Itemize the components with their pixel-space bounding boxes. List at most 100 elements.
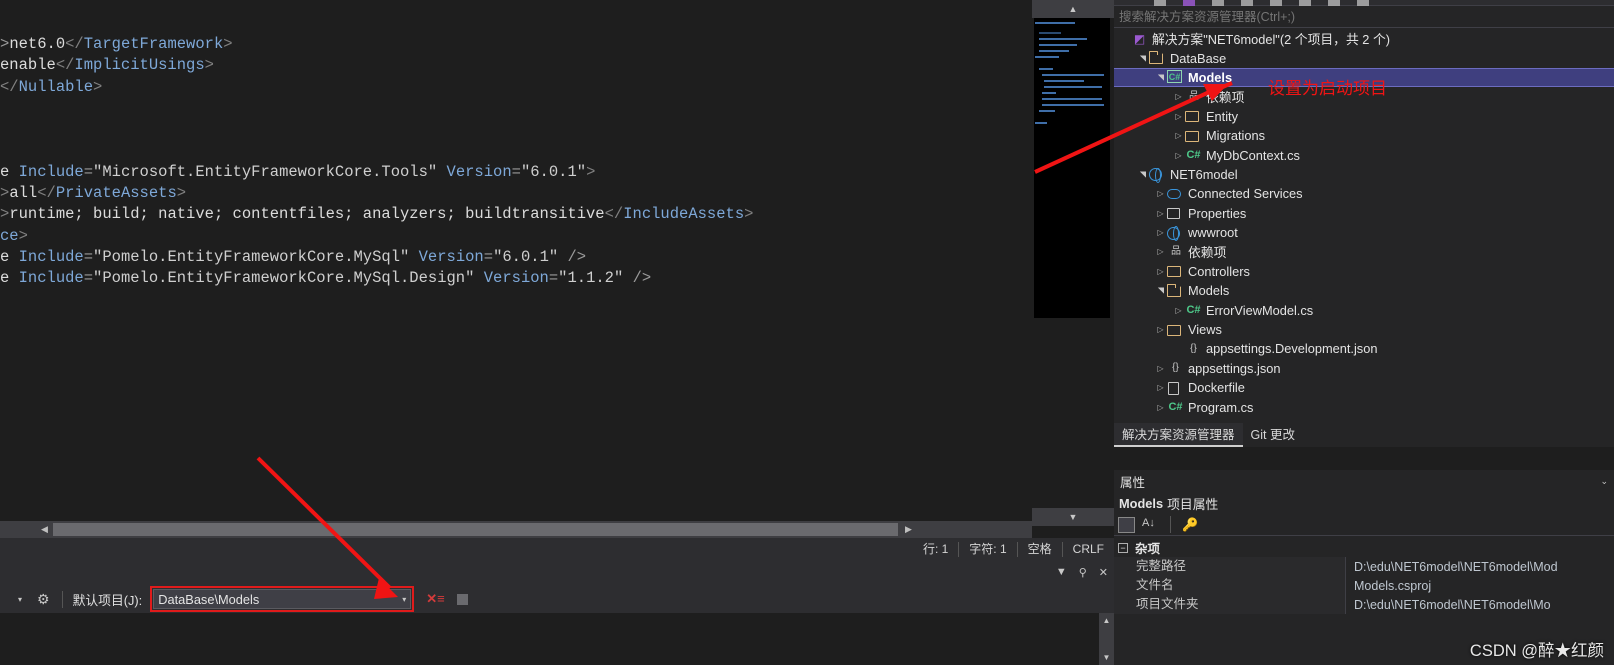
properties-toolbar[interactable]: A↓ 🔑: [1114, 514, 1614, 536]
properties-category[interactable]: − 杂项: [1114, 538, 1614, 557]
minimap-body[interactable]: [1034, 18, 1110, 318]
expander-closed-icon[interactable]: ▷: [1154, 209, 1167, 218]
show-all-files-icon[interactable]: [1270, 0, 1282, 6]
code-minimap[interactable]: ▲ ▼: [1032, 0, 1114, 538]
tree-node[interactable]: ▷ C# MyDbContext.cs: [1114, 145, 1614, 164]
minimap-line: [1042, 74, 1104, 76]
property-row[interactable]: 完整路径 D:\edu\NET6model\NET6model\Mod: [1114, 557, 1614, 576]
panel-tab[interactable]: Git 更改: [1243, 423, 1303, 447]
tree-node[interactable]: ◢ Models: [1114, 281, 1614, 300]
tree-node[interactable]: ▷ {} appsettings.json: [1114, 359, 1614, 378]
tree-node[interactable]: ▷ Properties: [1114, 204, 1614, 223]
expander-closed-icon[interactable]: ▷: [1154, 189, 1167, 198]
property-row[interactable]: 项目文件夹 D:\edu\NET6model\NET6model\Mo: [1114, 595, 1614, 614]
expander-closed-icon[interactable]: ▷: [1172, 92, 1185, 101]
property-row[interactable]: 文件名 Models.csproj: [1114, 576, 1614, 595]
console-pin-icon[interactable]: ⚲: [1079, 566, 1087, 579]
expander-closed-icon[interactable]: ▷: [1154, 247, 1167, 256]
tree-node-label: Program.cs: [1188, 399, 1254, 415]
console-scroll-down-icon[interactable]: ▼: [1099, 650, 1114, 665]
tree-node-label: Dockerfile: [1188, 380, 1245, 396]
expander-closed-icon[interactable]: ▷: [1172, 306, 1185, 315]
back-icon[interactable]: [1154, 0, 1166, 6]
property-value[interactable]: Models.csproj: [1346, 579, 1614, 593]
minimap-scroll-down-icon[interactable]: ▼: [1032, 508, 1114, 526]
stop-icon[interactable]: [456, 593, 468, 605]
status-indent[interactable]: 空格: [1018, 538, 1062, 561]
console-vertical-scrollbar[interactable]: ▲ ▼: [1099, 613, 1114, 665]
expander-closed-icon[interactable]: ▷: [1154, 228, 1167, 237]
expander-closed-icon[interactable]: ▷: [1154, 325, 1167, 334]
alphabetical-sort-icon[interactable]: A↓: [1142, 517, 1159, 533]
scroll-right-icon[interactable]: ▶: [900, 521, 917, 538]
properties-panel[interactable]: 属性 ⌄ Models 项目属性 A↓ 🔑 − 杂项 完整路径 D:\edu\NE…: [1114, 470, 1614, 665]
tree-node[interactable]: ◢ NET6model: [1114, 165, 1614, 184]
scroll-thumb[interactable]: [53, 523, 898, 536]
minimap-line: [1042, 98, 1102, 100]
code-lines[interactable]: >net6.0</TargetFramework> enable</Implici…: [0, 34, 1032, 290]
minimap-line: [1044, 80, 1084, 82]
tree-node[interactable]: ▷ Dockerfile: [1114, 378, 1614, 397]
console-scroll-up-icon[interactable]: ▲: [1099, 613, 1114, 628]
refresh-icon[interactable]: [1212, 0, 1224, 6]
minimap-line: [1039, 50, 1069, 52]
property-value[interactable]: D:\edu\NET6model\NET6model\Mo: [1346, 598, 1614, 612]
chevron-down-icon[interactable]: ▾: [402, 595, 406, 604]
expander-closed-icon[interactable]: ▷: [1154, 403, 1167, 412]
console-output[interactable]: [0, 613, 1114, 665]
expander-open-icon[interactable]: ◢: [1156, 71, 1165, 84]
expander-closed-icon[interactable]: ▷: [1154, 383, 1167, 392]
solution-explorer-search[interactable]: [1114, 6, 1614, 28]
console-close-icon[interactable]: ✕: [1099, 566, 1108, 579]
tree-node[interactable]: ▷ 品依赖项: [1114, 242, 1614, 261]
code-editor[interactable]: >net6.0</TargetFramework> enable</Implici…: [0, 0, 1032, 538]
search-input[interactable]: [1114, 9, 1614, 24]
tree-node[interactable]: {} appsettings.Development.json: [1114, 339, 1614, 358]
key-icon[interactable]: 🔑: [1182, 517, 1199, 533]
tree-node[interactable]: ▷ Views: [1114, 320, 1614, 339]
tree-node[interactable]: ▷ C# ErrorViewModel.cs: [1114, 300, 1614, 319]
properties-window-icon[interactable]: [1299, 0, 1311, 6]
console-dropdown-icon[interactable]: ▼: [1056, 566, 1067, 578]
default-project-combobox[interactable]: DataBase\Models ▾: [153, 589, 412, 609]
console-toolbar[interactable]: ▾ ⚙ 默认项目(J): DataBase\Models ▾ ✕≡: [0, 585, 1114, 613]
expander-closed-icon[interactable]: ▷: [1172, 151, 1185, 160]
tree-node[interactable]: ▷ Entity: [1114, 107, 1614, 126]
panel-tab[interactable]: 解决方案资源管理器: [1114, 423, 1243, 447]
collapse-icon[interactable]: −: [1118, 542, 1128, 553]
minimap-scroll-up-icon[interactable]: ▲: [1032, 0, 1114, 18]
status-eol[interactable]: CRLF: [1063, 538, 1114, 561]
preview-selected-icon[interactable]: [1328, 0, 1340, 6]
gear-icon[interactable]: ⚙: [29, 591, 58, 608]
view-switch-icon[interactable]: [1357, 0, 1369, 6]
scroll-left-icon[interactable]: ◀: [36, 521, 53, 538]
tree-node[interactable]: ▷ C# Program.cs: [1114, 397, 1614, 416]
tree-node[interactable]: ▷ Connected Services: [1114, 184, 1614, 203]
properties-grid[interactable]: − 杂项 完整路径 D:\edu\NET6model\NET6model\Mod 文…: [1114, 538, 1614, 614]
chevron-down-icon[interactable]: ⌄: [1600, 476, 1608, 487]
expander-open-icon[interactable]: ◢: [1156, 284, 1165, 297]
tree-node[interactable]: ◢ DataBase: [1114, 48, 1614, 67]
package-manager-console[interactable]: ▼ ⚲ ✕ ▾ ⚙ 默认项目(J): DataBase\Models ▾ ✕≡ …: [0, 561, 1114, 665]
tree-node[interactable]: ▷ wwwroot: [1114, 223, 1614, 242]
expander-closed-icon[interactable]: ▷: [1154, 364, 1167, 373]
solution-explorer-panel[interactable]: ◩解决方案"NET6model"(2 个项目，共 2 个)◢DataBase◢C…: [1114, 0, 1614, 447]
categorized-view-icon[interactable]: [1118, 516, 1135, 533]
collapse-all-icon[interactable]: [1241, 0, 1253, 6]
code-line: e Include="Pomelo.EntityFrameworkCore.My…: [0, 247, 587, 266]
folder-open-icon: [1149, 51, 1166, 65]
console-toolbar-chevron-icon[interactable]: ▾: [0, 595, 29, 604]
clear-console-icon[interactable]: ✕≡: [426, 591, 444, 607]
expander-closed-icon[interactable]: ▷: [1172, 131, 1185, 140]
home-icon[interactable]: [1183, 0, 1195, 6]
solution-explorer-tabs[interactable]: 解决方案资源管理器 Git 更改: [1114, 423, 1614, 447]
expander-open-icon[interactable]: ◢: [1138, 52, 1147, 65]
editor-horizontal-scrollbar[interactable]: ◀ ▶: [0, 521, 1032, 538]
expander-closed-icon[interactable]: ▷: [1154, 267, 1167, 276]
tree-node[interactable]: ◩ 解决方案"NET6model"(2 个项目，共 2 个): [1114, 29, 1614, 48]
tree-node[interactable]: ▷ Controllers: [1114, 262, 1614, 281]
expander-closed-icon[interactable]: ▷: [1172, 112, 1185, 121]
expander-open-icon[interactable]: ◢: [1138, 168, 1147, 181]
property-value[interactable]: D:\edu\NET6model\NET6model\Mod: [1346, 560, 1614, 574]
tree-node[interactable]: ▷ Migrations: [1114, 126, 1614, 145]
